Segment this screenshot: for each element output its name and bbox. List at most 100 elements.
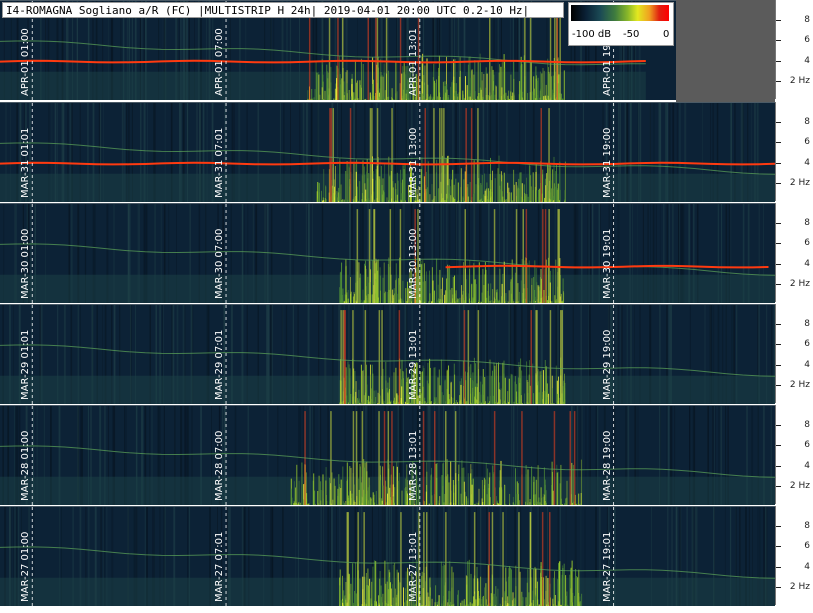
activity-burst [550,180,552,202]
frequency-axis: 8 6 4 2 Hz [775,405,813,504]
spectrogram-strip-mar-30: MAR-30 01:00 MAR-30 07:00 MAR-30 13:00 MAR-… [0,203,775,303]
activity-burst [396,466,398,505]
broadband-spike [521,411,523,505]
activity-burst [452,397,454,404]
activity-burst [567,604,569,606]
activity-burst [321,190,322,202]
activity-burst [532,172,534,202]
activity-burst [566,497,568,505]
activity-burst [345,72,347,100]
activity-burst [391,97,393,100]
broadband-spike [364,310,367,404]
activity-burst [444,294,446,303]
activity-burst [578,601,580,606]
activity-burst [470,300,472,303]
activity-burst [486,182,488,202]
broadband-spike [391,411,393,505]
activity-burst [554,583,556,606]
activity-burst [329,477,330,505]
activity-burst [537,401,539,404]
activity-burst [354,371,356,404]
activity-burst [441,295,443,303]
activity-burst [458,92,460,100]
broadband-spike [467,310,470,404]
activity-burst [508,290,510,303]
activity-burst [546,397,548,404]
activity-burst [450,502,452,505]
activity-burst [428,601,430,606]
activity-burst [447,599,449,606]
activity-burst [467,64,469,100]
broadband-spike [368,209,371,303]
activity-burst [542,493,544,505]
activity-burst [323,99,325,100]
activity-burst [560,464,562,505]
broadband-spike [489,6,491,100]
axis-tick-mark [776,546,781,547]
activity-burst [580,503,581,505]
activity-burst [420,372,422,404]
axis-tick-label: 4 [804,562,810,572]
broadband-spike [424,108,426,202]
activity-burst [533,277,535,303]
activity-burst [511,374,513,404]
activity-burst [421,302,423,303]
activity-burst [382,593,384,606]
activity-burst [293,503,295,505]
activity-burst [470,377,472,404]
activity-burst [398,472,400,505]
broadband-spike [373,209,376,303]
activity-burst [499,97,500,100]
activity-burst [393,372,395,404]
activity-burst [348,500,350,505]
activity-burst [308,503,309,505]
activity-burst [480,402,482,404]
activity-burst [483,74,485,100]
activity-burst [474,91,476,100]
activity-burst [535,596,537,606]
activity-burst [364,599,366,606]
activity-burst [470,77,472,100]
activity-burst [463,262,464,303]
activity-burst [383,262,385,303]
activity-burst [498,199,500,202]
activity-burst [480,301,482,303]
activity-burst [404,588,406,606]
activity-burst [487,468,489,505]
activity-burst [552,388,553,404]
broadband-spike [549,512,551,606]
activity-burst [540,487,542,505]
activity-burst [392,289,394,303]
activity-burst [446,459,448,505]
broadband-spike [556,6,558,100]
activity-burst [478,268,480,303]
activity-burst [563,563,565,606]
activity-burst [431,267,433,303]
activity-burst [347,361,349,404]
activity-burst [479,199,481,202]
activity-burst [401,386,403,404]
activity-burst [526,194,528,202]
activity-burst [501,181,502,202]
axis-tick-mark [776,20,781,21]
broadband-spike [445,411,447,505]
activity-burst [503,200,505,202]
activity-burst [428,503,430,505]
activity-burst [555,365,557,404]
broadband-spike [349,108,352,202]
activity-burst [334,88,336,100]
axis-tick-label: 6 [804,541,810,551]
activity-burst [516,185,518,202]
activity-burst [574,595,575,606]
activity-burst [467,500,469,505]
axis-tick-mark [776,344,781,345]
activity-burst [430,94,432,100]
spectrogram-strip-mar-27: MAR-27 01:00 MAR-27 07:01 MAR-27 13:01 MAR-… [0,506,775,606]
activity-burst [529,301,531,303]
axis-tick-mark [776,486,781,487]
frequency-axis: 8 6 4 2 Hz [775,304,813,403]
activity-burst [433,300,435,303]
activity-burst [404,162,406,202]
activity-burst [459,76,461,100]
broadband-spike [352,411,355,505]
